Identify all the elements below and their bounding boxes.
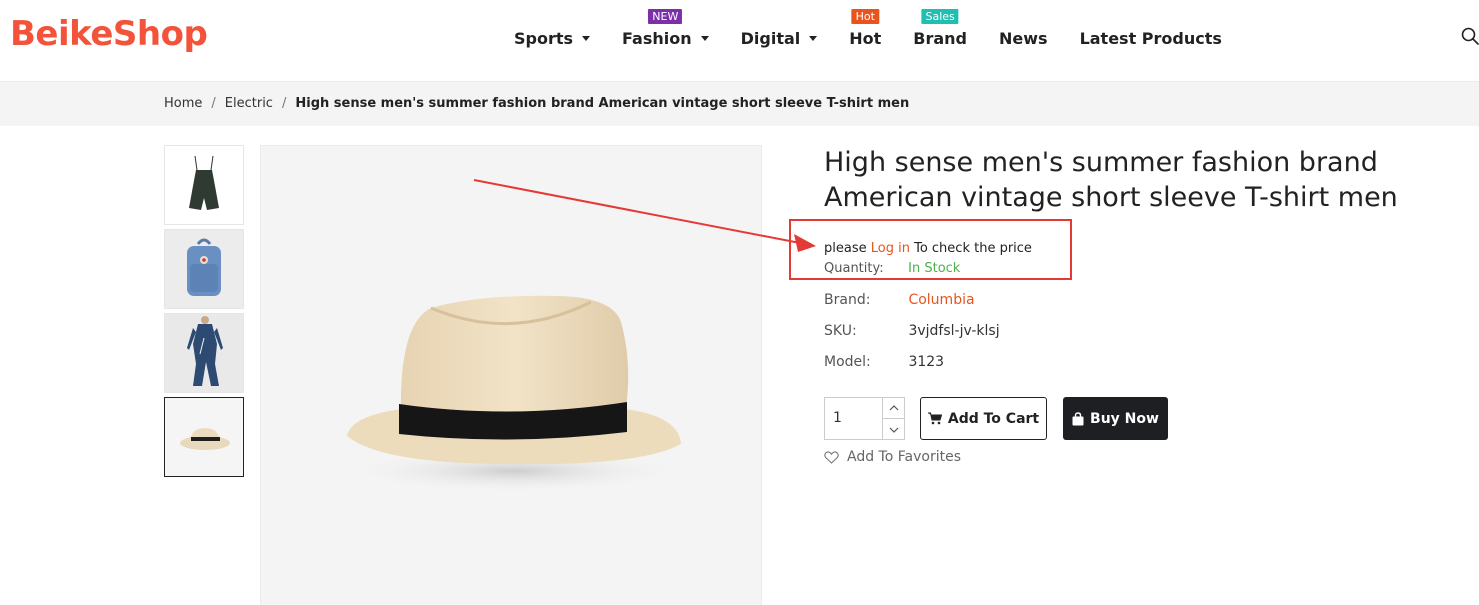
- model-label: Model:: [824, 354, 871, 370]
- chevron-down-icon: [889, 427, 899, 433]
- nav-item-label: Brand: [913, 28, 968, 48]
- hat-thumbnail-image: [165, 398, 243, 476]
- buy-now-label: Buy Now: [1090, 410, 1159, 427]
- thumbnail-straw-hat[interactable]: [164, 397, 244, 477]
- heart-icon: [824, 450, 839, 464]
- breadcrumb-separator: /: [211, 96, 216, 111]
- romper-image: [165, 146, 243, 224]
- nav-item-digital[interactable]: Digital: [741, 29, 818, 48]
- nav-item-label: Digital: [740, 28, 801, 48]
- nav-item-label: Hot: [849, 28, 882, 48]
- sku-row: SKU: 3vjdfsl-jv-klsj: [824, 323, 1000, 339]
- product-main-image[interactable]: [260, 145, 762, 605]
- thumbnail-blue-backpack[interactable]: [164, 229, 244, 309]
- sku-label: SKU:: [824, 323, 857, 339]
- nav-badge-sales: Sales: [921, 8, 959, 24]
- quantity-stepper[interactable]: 1: [824, 397, 905, 440]
- brand-row: Brand: Columbia: [824, 292, 975, 308]
- chevron-up-icon: [889, 405, 899, 411]
- buy-now-button[interactable]: Buy Now: [1063, 397, 1168, 440]
- breadcrumb: Home / Electric / High sense men's summe…: [164, 96, 909, 111]
- sku-value: 3vjdfsl-jv-klsj: [908, 323, 1000, 339]
- chevron-down-icon: [809, 35, 818, 41]
- quantity-decrease-button[interactable]: [882, 419, 905, 440]
- breadcrumb-separator: /: [281, 96, 287, 111]
- nav-item-label: Fashion: [622, 28, 692, 48]
- breadcrumb-home[interactable]: Home: [164, 96, 202, 111]
- nav-item-label: Latest Products: [1079, 28, 1222, 48]
- add-to-cart-button[interactable]: Add To Cart: [920, 397, 1047, 440]
- straw-hat-image: [344, 295, 684, 493]
- nav-item-fashion[interactable]: NEW Fashion: [622, 8, 709, 48]
- main-nav: Sports NEW Fashion Digital Hot Hot Sales…: [514, 8, 1254, 50]
- nav-item-label: News: [999, 28, 1048, 48]
- add-to-cart-label: Add To Cart: [947, 410, 1040, 427]
- model-row: Model: 3123: [824, 354, 944, 370]
- breadcrumb-electric[interactable]: Electric: [225, 96, 273, 111]
- model-value: 3123: [908, 354, 945, 370]
- site-header: BeikeShop Sports NEW Fashion Digital Hot…: [0, 0, 1479, 82]
- thumbnail-dark-green-romper[interactable]: [164, 145, 244, 225]
- add-to-favorites-link[interactable]: Add To Favorites: [824, 449, 961, 465]
- site-logo[interactable]: BeikeShop: [10, 14, 208, 54]
- brand-label: Brand:: [824, 292, 871, 308]
- quantity-input[interactable]: 1: [833, 410, 842, 426]
- cart-icon: [927, 412, 942, 425]
- product-title: High sense men's summer fashion brand Am…: [824, 147, 1398, 213]
- jumpsuit-image: [165, 314, 243, 392]
- shopping-bag-icon: [1072, 411, 1084, 425]
- annotation-highlight-box: [789, 219, 1072, 280]
- nav-badge-hot: Hot: [851, 8, 879, 24]
- nav-item-sports[interactable]: Sports: [514, 28, 591, 48]
- thumbnail-denim-jumpsuit[interactable]: [164, 313, 244, 393]
- nav-badge-new: NEW: [648, 8, 683, 24]
- brand-link[interactable]: Columbia: [908, 292, 974, 308]
- nav-item-latest-products[interactable]: Latest Products: [1080, 29, 1222, 48]
- chevron-down-icon: [582, 35, 591, 41]
- add-to-favorites-label: Add To Favorites: [847, 449, 961, 465]
- chevron-down-icon: [700, 35, 709, 41]
- breadcrumb-bar: Home / Electric / High sense men's summe…: [0, 82, 1479, 126]
- nav-item-news[interactable]: News: [999, 29, 1048, 48]
- search-icon[interactable]: [1461, 27, 1479, 45]
- nav-item-label: Sports: [514, 28, 574, 48]
- nav-item-hot[interactable]: Hot Hot: [849, 8, 882, 48]
- quantity-increase-button[interactable]: [882, 398, 905, 419]
- nav-item-brand[interactable]: Sales Brand: [913, 8, 968, 48]
- breadcrumb-current: High sense men's summer fashion brand Am…: [295, 96, 910, 111]
- backpack-image: [165, 230, 243, 308]
